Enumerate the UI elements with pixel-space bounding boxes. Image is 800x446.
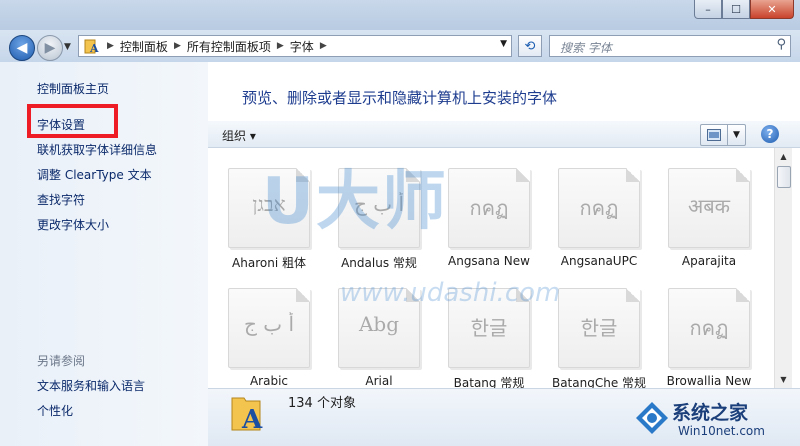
search-placeholder: 搜索 字体 xyxy=(560,41,612,55)
font-name: Angsana New xyxy=(448,254,530,268)
font-folder-icon: A xyxy=(83,38,101,54)
page-title: 预览、删除或者显示和隐藏计算机上安装的字体 xyxy=(242,89,558,107)
font-sample: กคฏ xyxy=(579,196,619,220)
font-tile[interactable]: กคฏ Angsana New xyxy=(434,154,534,268)
chevron-down-icon[interactable]: ▼ xyxy=(500,39,507,49)
back-button[interactable]: ◀ xyxy=(9,35,35,61)
font-sample: 한글 xyxy=(580,316,618,340)
see-also-personalization[interactable]: 个性化 xyxy=(37,402,73,419)
font-name: Andalus 常规 xyxy=(341,256,417,270)
font-tile[interactable]: अबक Aparajita xyxy=(654,154,754,268)
font-name: Browallia New xyxy=(666,374,752,388)
refresh-icon: ⟲ xyxy=(524,38,536,54)
font-sample: अबक xyxy=(687,194,731,218)
font-tile[interactable]: กคฏ AngsanaUPC xyxy=(544,154,644,268)
explorer-window: – ☐ ✕ ◀ ▶ ▼ A ▶ 控制面板 ▶ 所有控制面板项 ▶ 字体 ▶ ▼ … xyxy=(0,0,800,446)
arrow-left-icon: ◀ xyxy=(16,40,28,56)
font-name: Arial xyxy=(365,374,393,388)
breadcrumb-fonts[interactable]: 字体 xyxy=(290,38,314,55)
address-bar[interactable]: A ▶ 控制面板 ▶ 所有控制面板项 ▶ 字体 ▶ ▼ xyxy=(78,35,512,57)
search-icon[interactable]: ⚲ xyxy=(776,37,786,52)
forward-button[interactable]: ▶ xyxy=(37,35,63,61)
watermark-url: www.udashi.com xyxy=(340,278,561,308)
vertical-scrollbar[interactable]: ▲ ▼ xyxy=(774,148,792,388)
sidebar-item-find-character[interactable]: 查找字符 xyxy=(37,191,85,208)
chevron-down-icon[interactable]: ▼ xyxy=(728,125,745,145)
chevron-right-icon[interactable]: ▶ xyxy=(277,41,284,51)
search-input[interactable]: 搜索 字体 ⚲ xyxy=(549,35,791,57)
see-also-heading: 另请参阅 xyxy=(37,354,86,368)
sidebar-item-font-size[interactable]: 更改字体大小 xyxy=(37,216,109,233)
caption-buttons: – ☐ ✕ xyxy=(694,0,794,19)
organize-menu[interactable]: 组织 ▾ xyxy=(222,127,256,144)
arrow-right-icon: ▶ xyxy=(44,40,56,56)
font-name: Aharoni 粗体 xyxy=(232,256,306,270)
font-tile[interactable]: กคฏ Browallia New xyxy=(654,274,754,388)
font-sample: กคฏ xyxy=(689,316,729,340)
view-icon[interactable] xyxy=(701,125,728,145)
maximize-button[interactable]: ☐ xyxy=(722,0,750,19)
font-sample: أ ب ج xyxy=(243,312,294,336)
chevron-right-icon[interactable]: ▶ xyxy=(320,41,327,51)
font-sample: 한글 xyxy=(470,316,508,340)
svg-text:A: A xyxy=(89,42,99,54)
sidebar-item-online-font-info[interactable]: 联机获取字体详细信息 xyxy=(37,141,157,158)
svg-text:A: A xyxy=(241,405,263,432)
breadcrumb: ▶ 控制面板 ▶ 所有控制面板项 ▶ 字体 ▶ xyxy=(101,38,333,55)
red-highlight-box xyxy=(27,104,118,138)
brand-url: Win10net.com xyxy=(678,424,765,438)
brand-name: 系统之家 xyxy=(672,402,749,424)
help-icon[interactable]: ? xyxy=(761,125,779,143)
font-sample: กคฏ xyxy=(469,196,509,220)
breadcrumb-control-panel[interactable]: 控制面板 xyxy=(120,38,168,55)
font-name: AngsanaUPC xyxy=(560,254,638,268)
font-tile[interactable]: أ ب ج Arabic xyxy=(214,274,314,388)
scroll-down-icon[interactable]: ▼ xyxy=(775,371,792,388)
font-name: BatangChe 常规 xyxy=(551,376,647,388)
minimize-button[interactable]: – xyxy=(694,0,722,19)
font-sample: Abg xyxy=(358,312,400,336)
font-name: Aparajita xyxy=(681,254,737,268)
recent-pages-dropdown[interactable]: ▼ xyxy=(64,42,71,52)
sidebar-home-link[interactable]: 控制面板主页 xyxy=(37,80,109,97)
font-name: Arabic xyxy=(249,374,289,388)
scroll-thumb[interactable] xyxy=(777,166,791,188)
close-button[interactable]: ✕ xyxy=(750,0,794,19)
chevron-right-icon[interactable]: ▶ xyxy=(174,41,181,51)
udashi-watermark: U大师 xyxy=(262,165,448,239)
see-also-text-services[interactable]: 文本服务和输入语言 xyxy=(37,377,145,394)
chevron-right-icon[interactable]: ▶ xyxy=(107,41,114,51)
fonts-folder-icon: A xyxy=(230,392,266,435)
item-count: 134 个对象 xyxy=(288,396,356,411)
title-bar: – ☐ ✕ xyxy=(0,0,800,30)
font-name: Batang 常规 xyxy=(453,376,525,388)
refresh-button[interactable]: ⟲ xyxy=(518,35,542,57)
breadcrumb-all-items[interactable]: 所有控制面板项 xyxy=(187,38,271,55)
sidebar-item-cleartype[interactable]: 调整 ClearType 文本 xyxy=(37,166,152,183)
view-options-button[interactable]: ▼ xyxy=(700,124,746,146)
scroll-up-icon[interactable]: ▲ xyxy=(775,148,792,165)
